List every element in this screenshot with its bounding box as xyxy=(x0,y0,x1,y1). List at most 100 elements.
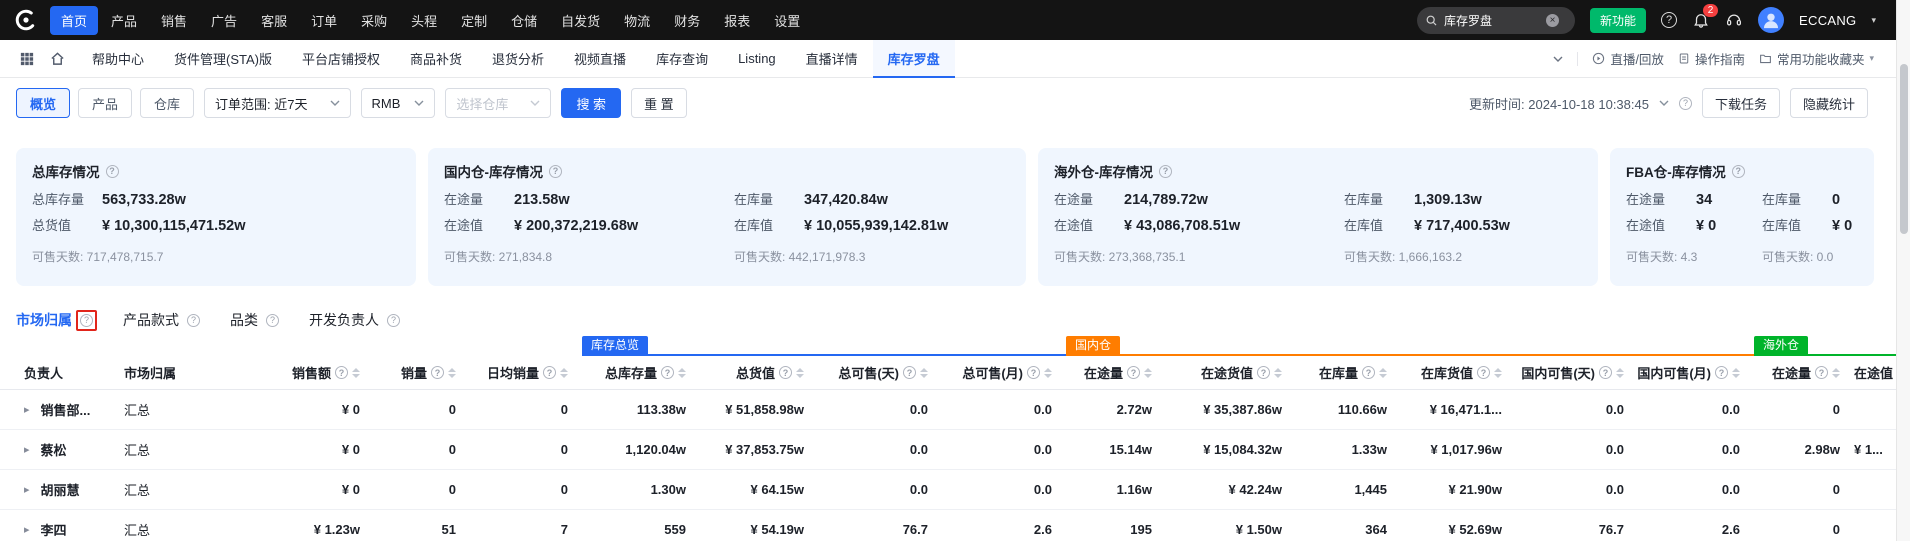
warehouse-select[interactable]: 选择仓库 xyxy=(445,88,551,118)
currency-select[interactable]: RMB xyxy=(361,88,436,118)
user-avatar[interactable] xyxy=(1758,7,1784,33)
column-help-icon[interactable]: ? xyxy=(661,366,674,379)
vertical-scrollbar[interactable] xyxy=(1896,0,1910,541)
table-header-cell[interactable]: 在库量 ? xyxy=(1296,356,1401,389)
table-row[interactable]: ▸蔡松 汇总 ¥ 0 0 0 1,120.04w ¥ 37,853.75w 0.… xyxy=(0,430,1896,470)
live-replay-link[interactable]: 直播/回放 xyxy=(1592,49,1663,68)
dimension-help-icon[interactable]: ? xyxy=(266,314,279,327)
column-help-icon[interactable]: ? xyxy=(1362,366,1375,379)
workspace-tab[interactable]: 库存罗盘 xyxy=(873,40,955,78)
expand-row-icon[interactable]: ▸ xyxy=(24,403,30,416)
dimension-tab[interactable]: 品类 ? xyxy=(230,310,283,331)
table-header-cell[interactable]: 市场归属 ? xyxy=(124,356,234,389)
column-help-icon[interactable]: ? xyxy=(1027,366,1040,379)
column-help-icon[interactable]: ? xyxy=(779,366,792,379)
column-help-icon[interactable]: ? xyxy=(543,366,556,379)
main-menu-item[interactable]: 物流 xyxy=(613,6,661,35)
table-header-cell[interactable]: 销售额 ? xyxy=(234,356,374,389)
main-menu-item[interactable]: 客服 xyxy=(250,6,298,35)
notification-bell-icon[interactable]: 2 xyxy=(1692,11,1710,29)
column-help-icon[interactable]: ? xyxy=(1815,366,1828,379)
card-help-icon[interactable]: ? xyxy=(549,165,562,178)
expand-row-icon[interactable]: ▸ xyxy=(24,523,30,536)
dimension-tab[interactable]: 市场归属 ? xyxy=(16,310,97,331)
operation-guide-link[interactable]: 操作指南 xyxy=(1678,49,1745,68)
workspace-tab[interactable]: 直播详情 xyxy=(791,40,873,78)
table-row[interactable]: ▸胡丽慧 汇总 ¥ 0 0 0 1.30w ¥ 64.15w 0.0 0.0 1… xyxy=(0,470,1896,510)
expand-row-icon[interactable]: ▸ xyxy=(24,483,30,496)
view-toggle-button[interactable]: 概览 xyxy=(16,88,70,118)
help-circle-icon[interactable]: ? xyxy=(1661,12,1677,28)
column-help-icon[interactable]: ? xyxy=(1257,366,1270,379)
table-header-cell[interactable]: 负责人 ? xyxy=(24,356,124,389)
sort-icon[interactable] xyxy=(448,368,456,378)
main-menu-item[interactable]: 产品 xyxy=(100,6,148,35)
main-menu-item[interactable]: 仓储 xyxy=(500,6,548,35)
workspace-tab[interactable]: 库存查询 xyxy=(641,40,723,78)
table-header-cell[interactable]: 总可售(月) ? xyxy=(942,356,1066,389)
table-header-cell[interactable]: 国内可售(月) ? xyxy=(1638,356,1754,389)
card-help-icon[interactable]: ? xyxy=(106,165,119,178)
dimension-help-icon[interactable]: ? xyxy=(80,314,93,327)
workspace-tab[interactable]: 货件管理(STA)版 xyxy=(159,40,287,78)
table-header-cell[interactable]: 在途值 ? xyxy=(1854,356,1896,389)
table-row[interactable]: ▸销售部... 汇总 ¥ 0 0 0 113.38w ¥ 51,858.98w … xyxy=(0,390,1896,430)
tabs-collapse-chevron-icon[interactable] xyxy=(1553,56,1563,62)
column-help-icon[interactable]: ? xyxy=(335,366,348,379)
column-help-icon[interactable]: ? xyxy=(1599,366,1612,379)
column-help-icon[interactable]: ? xyxy=(1127,366,1140,379)
main-menu-item[interactable]: 报表 xyxy=(713,6,761,35)
workspace-tab[interactable]: 视频直播 xyxy=(559,40,641,78)
scrollbar-thumb[interactable] xyxy=(1900,64,1908,234)
sort-icon[interactable] xyxy=(1832,368,1840,378)
sort-icon[interactable] xyxy=(1044,368,1052,378)
dimension-help-icon[interactable]: ? xyxy=(387,314,400,327)
home-icon[interactable] xyxy=(42,51,73,66)
column-help-icon[interactable]: ? xyxy=(1477,366,1490,379)
download-tasks-button[interactable]: 下载任务 xyxy=(1702,88,1780,118)
workspace-tab[interactable]: 退货分析 xyxy=(477,40,559,78)
table-header-cell[interactable]: 国内可售(天) ? xyxy=(1516,356,1638,389)
column-help-icon[interactable]: ? xyxy=(1715,366,1728,379)
dimension-tab[interactable]: 开发负责人 ? xyxy=(309,310,404,331)
main-menu-item[interactable]: 订单 xyxy=(300,6,348,35)
eccang-logo-icon[interactable] xyxy=(14,8,38,32)
workspace-tab[interactable]: 商品补货 xyxy=(395,40,477,78)
table-header-cell[interactable]: 在途量 ? xyxy=(1066,356,1166,389)
reset-button[interactable]: 重 置 xyxy=(631,88,687,118)
column-help-icon[interactable]: ? xyxy=(903,366,916,379)
dimension-help-icon[interactable]: ? xyxy=(187,314,200,327)
sort-icon[interactable] xyxy=(1732,368,1740,378)
sort-icon[interactable] xyxy=(1274,368,1282,378)
column-help-icon[interactable]: ? xyxy=(431,366,444,379)
main-menu-item[interactable]: 设置 xyxy=(763,6,811,35)
search-button[interactable]: 搜 索 xyxy=(561,88,621,118)
main-menu-item[interactable]: 头程 xyxy=(400,6,448,35)
dimension-tab[interactable]: 产品款式 ? xyxy=(123,310,204,331)
search-input[interactable] xyxy=(1444,13,1540,27)
sort-icon[interactable] xyxy=(1494,368,1502,378)
table-header-cell[interactable]: 日均销量 ? xyxy=(470,356,582,389)
table-header-cell[interactable]: 总可售(天) ? xyxy=(818,356,942,389)
clear-search-icon[interactable]: × xyxy=(1546,14,1559,27)
table-header-cell[interactable]: 在途量 ? xyxy=(1754,356,1854,389)
sort-icon[interactable] xyxy=(678,368,686,378)
table-header-cell[interactable]: 在库货值 ? xyxy=(1401,356,1516,389)
sort-icon[interactable] xyxy=(796,368,804,378)
main-menu-item[interactable]: 广告 xyxy=(200,6,248,35)
global-search[interactable]: × xyxy=(1417,7,1575,34)
table-header-cell[interactable]: 总货值 ? xyxy=(700,356,818,389)
sort-icon[interactable] xyxy=(560,368,568,378)
account-chevron-down-icon[interactable]: ▾ xyxy=(1871,15,1876,26)
update-help-icon[interactable]: ? xyxy=(1679,97,1692,110)
table-header-cell[interactable]: 销量 ? xyxy=(374,356,470,389)
apps-grid-icon[interactable] xyxy=(12,52,42,66)
main-menu-item[interactable]: 自发货 xyxy=(550,6,611,35)
expand-row-icon[interactable]: ▸ xyxy=(24,443,30,456)
sort-icon[interactable] xyxy=(920,368,928,378)
workspace-tab[interactable]: 帮助中心 xyxy=(77,40,159,78)
order-range-select[interactable]: 订单范围: 近7天 xyxy=(204,88,350,118)
main-menu-item[interactable]: 采购 xyxy=(350,6,398,35)
table-header-cell[interactable]: 在途货值 ? xyxy=(1166,356,1296,389)
update-chevron-down-icon[interactable] xyxy=(1659,100,1669,106)
